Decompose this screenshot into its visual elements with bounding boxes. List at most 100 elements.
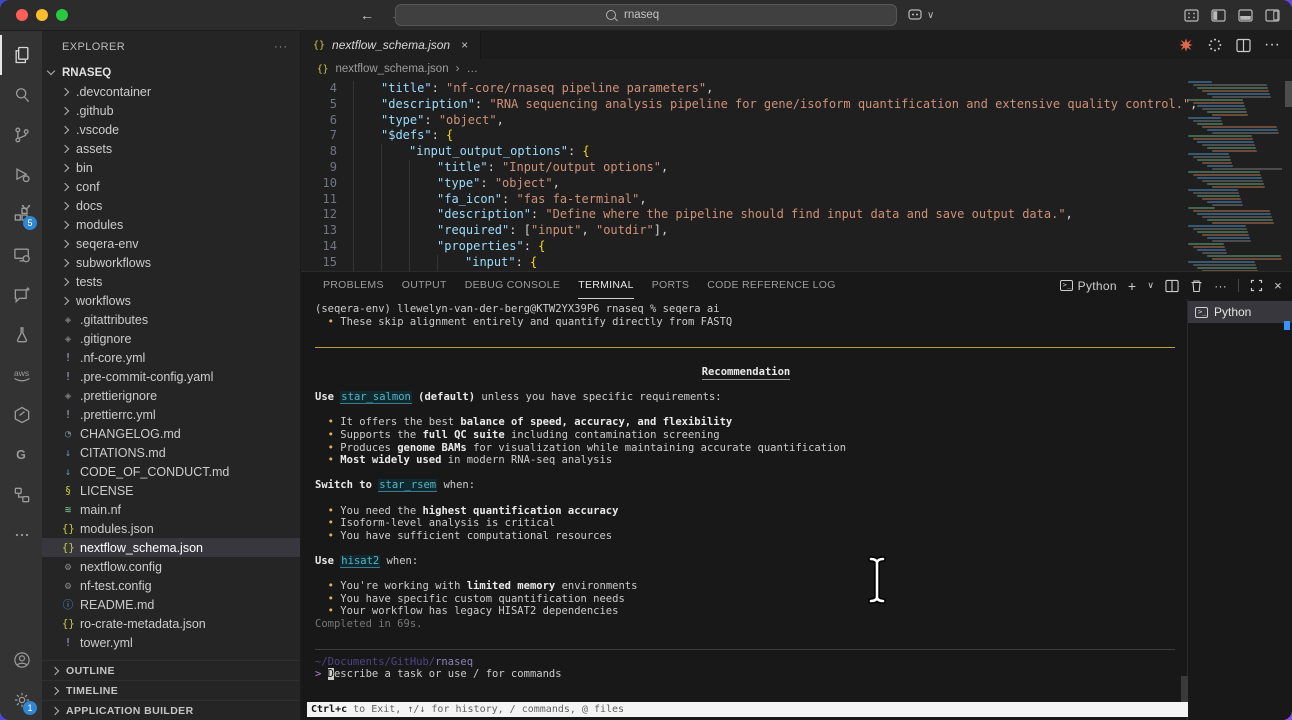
new-terminal-icon[interactable]: + (1128, 278, 1136, 294)
activity-accounts[interactable] (0, 640, 42, 680)
activity-settings[interactable]: 1 (0, 680, 42, 720)
breadcrumb-file[interactable]: nextflow_schema.json (335, 63, 448, 75)
starburst-icon[interactable] (1178, 37, 1194, 53)
split-editor-icon[interactable] (1236, 38, 1251, 53)
folder-item[interactable]: tests (42, 272, 300, 291)
panel-tab-debug-console[interactable]: DEBUG CONSOLE (465, 272, 561, 299)
folder-item[interactable]: assets (42, 139, 300, 158)
minimap[interactable] (1188, 81, 1282, 271)
terminal-token: • (315, 316, 340, 328)
file-item[interactable]: ⚙nf-test.config (42, 576, 300, 595)
activity-testing[interactable] (0, 315, 42, 355)
g-letter-icon: G (12, 445, 32, 465)
folder-item[interactable]: .vscode (42, 120, 300, 139)
terminal-heading: Recommendation (315, 366, 1177, 379)
panel-more-icon[interactable]: ··· (1214, 279, 1227, 293)
file-item[interactable]: ⚙nextflow.config (42, 557, 300, 576)
activity-pipeline-diagram[interactable] (0, 475, 42, 515)
activity-remote-explorer[interactable] (0, 235, 42, 275)
activity-seqera[interactable] (0, 395, 42, 435)
folder-item[interactable]: workflows (42, 291, 300, 310)
section-outline[interactable]: OUTLINE (42, 660, 300, 680)
file-item[interactable]: ≋main.nf (42, 500, 300, 519)
panel-tab-output[interactable]: OUTPUT (402, 272, 447, 299)
code-editor[interactable]: 4"title": "nf-core/rnaseq pipeline param… (301, 79, 1292, 271)
search-input[interactable] (622, 8, 686, 22)
terminal-scrollbar[interactable] (1181, 676, 1188, 702)
file-item[interactable]: ◈.gitattributes (42, 310, 300, 329)
yaml-file-icon: ! (62, 352, 74, 364)
file-item[interactable]: ↓CITATIONS.md (42, 443, 300, 462)
file-item[interactable]: {}modules.json (42, 519, 300, 538)
layout-grid-icon[interactable] (1184, 9, 1199, 22)
tab-nextflow-schema[interactable]: {} nextflow_schema.json × (301, 31, 481, 59)
terminal-line: • Most widely used in modern RNA-seq ana… (315, 454, 1177, 467)
file-item[interactable]: ↓CODE_OF_CONDUCT.md (42, 462, 300, 481)
toggle-panel-icon[interactable] (1238, 9, 1253, 22)
maximize-panel-icon[interactable] (1250, 279, 1263, 292)
activity-extensions[interactable]: 5 (0, 195, 42, 235)
chevron-down-icon[interactable]: ∨ (1147, 280, 1154, 291)
tree-root-rnaseq[interactable]: RNASEQ (42, 63, 300, 82)
activity-search[interactable] (0, 75, 42, 115)
trash-icon[interactable] (1190, 279, 1203, 293)
close-panel-icon[interactable]: × (1274, 278, 1282, 293)
terminal-list-item-python[interactable]: >_ Python (1188, 301, 1292, 323)
file-item[interactable]: {}ro-crate-metadata.json (42, 614, 300, 633)
close-window-icon[interactable] (16, 9, 28, 21)
file-item[interactable]: !tower.yml (42, 633, 300, 652)
activity-aws[interactable]: aws (0, 355, 42, 395)
folder-item[interactable]: bin (42, 158, 300, 177)
folder-item[interactable]: subworkflows (42, 253, 300, 272)
file-item[interactable]: ◔CHANGELOG.md (42, 424, 300, 443)
activity-chat[interactable] (0, 275, 42, 315)
folder-item[interactable]: docs (42, 196, 300, 215)
command-center-search[interactable] (395, 4, 897, 26)
file-item[interactable]: !.prettierrc.yml (42, 405, 300, 424)
explorer-more-actions[interactable]: ··· (274, 41, 288, 53)
panel-tab-problems[interactable]: PROBLEMS (323, 272, 384, 299)
minimap-line (1207, 219, 1273, 221)
toggle-primary-sidebar-icon[interactable] (1211, 9, 1226, 22)
terminal[interactable]: (seqera-env) llewelyn-van-der-berg@KTW2Y… (301, 299, 1187, 720)
activity-source-control[interactable] (0, 115, 42, 155)
launch-profile-button[interactable]: >_ Python (1060, 279, 1117, 293)
folder-item[interactable]: conf (42, 177, 300, 196)
folder-item[interactable]: seqera-env (42, 234, 300, 253)
split-terminal-icon[interactable] (1165, 279, 1179, 293)
file-item[interactable]: §LICENSE (42, 481, 300, 500)
terminal-token: full QC suite (422, 429, 504, 441)
code-token: "input_output_options" (409, 144, 568, 160)
line-number: 6 (301, 113, 353, 129)
more-actions-icon[interactable]: ··· (1264, 36, 1280, 54)
minimize-window-icon[interactable] (36, 9, 48, 21)
section-timeline[interactable]: TIMELINE (42, 680, 300, 700)
folder-item[interactable]: modules (42, 215, 300, 234)
toggle-secondary-sidebar-icon[interactable] (1265, 9, 1280, 22)
panel-tab-ports[interactable]: PORTS (652, 272, 689, 299)
editor-scrollbar[interactable] (1285, 81, 1292, 107)
breadcrumb-more[interactable]: … (466, 63, 478, 75)
folder-item[interactable]: .devcontainer (42, 82, 300, 101)
section-application-builder[interactable]: APPLICATION BUILDER (42, 700, 300, 720)
file-item[interactable]: ◈.gitignore (42, 329, 300, 348)
close-tab-icon[interactable]: × (461, 38, 468, 52)
file-item[interactable]: !.pre-commit-config.yaml (42, 367, 300, 386)
panel-tab-terminal[interactable]: TERMINAL (578, 272, 634, 299)
file-item[interactable]: {}nextflow_schema.json (42, 538, 300, 557)
folder-item[interactable]: .github (42, 101, 300, 120)
nav-back-icon[interactable]: ← (360, 7, 374, 23)
file-item[interactable]: ⓘREADME.md (42, 595, 300, 614)
maximize-window-icon[interactable] (56, 9, 68, 21)
activity-gitlens[interactable]: G (0, 435, 42, 475)
copilot-menu-button[interactable]: ∨ (908, 8, 934, 22)
activity-run-debug[interactable] (0, 155, 42, 195)
item-label: nextflow_schema.json (80, 541, 203, 555)
file-item[interactable]: !.nf-core.yml (42, 348, 300, 367)
activity-more[interactable] (0, 515, 42, 555)
file-item[interactable]: ◈.prettierignore (42, 386, 300, 405)
activity-explorer[interactable] (0, 35, 42, 75)
panel-tab-code-reference-log[interactable]: CODE REFERENCE LOG (707, 272, 836, 299)
dotted-gear-icon[interactable] (1207, 37, 1223, 53)
terminal-blank-line (315, 630, 1177, 643)
